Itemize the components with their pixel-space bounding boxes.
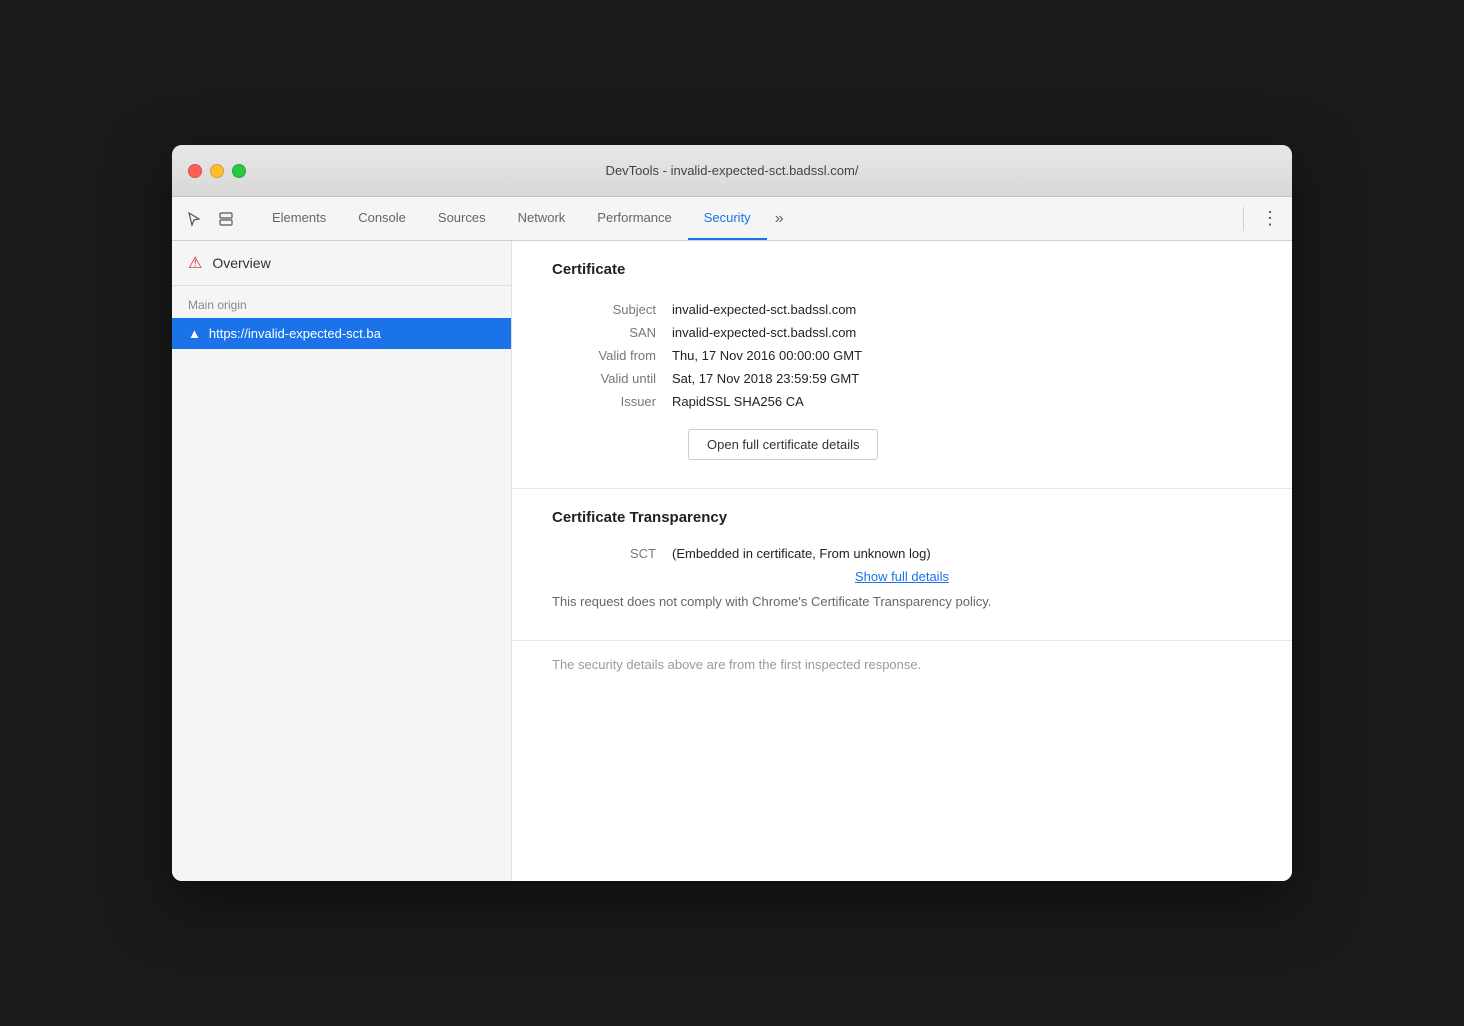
toolbar-divider [1243, 207, 1244, 231]
subject-row: Subject invalid-expected-sct.badssl.com [552, 298, 1252, 321]
san-label: SAN [552, 321, 672, 344]
tab-more-button[interactable]: » [767, 197, 792, 240]
toolbar: Elements Console Sources Network Perform… [172, 197, 1292, 241]
devtools-menu-button[interactable]: ⋮ [1256, 205, 1284, 233]
show-full-details-link[interactable]: Show full details [552, 569, 1252, 584]
valid-until-value: Sat, 17 Nov 2018 23:59:59 GMT [672, 367, 1252, 390]
sidebar: ⚠ Overview Main origin ▲ https://invalid… [172, 241, 512, 881]
valid-until-row: Valid until Sat, 17 Nov 2018 23:59:59 GM… [552, 367, 1252, 390]
main-origin-label: Main origin [172, 286, 511, 318]
title-bar: DevTools - invalid-expected-sct.badssl.c… [172, 145, 1292, 197]
layers-icon[interactable] [212, 205, 240, 233]
cert-btn-row: Open full certificate details [552, 413, 1252, 460]
footer-note: The security details above are from the … [512, 641, 1292, 688]
tabs: Elements Console Sources Network Perform… [256, 197, 1235, 240]
sidebar-overview-item[interactable]: ⚠ Overview [172, 241, 511, 286]
tab-sources[interactable]: Sources [422, 197, 502, 240]
tab-network[interactable]: Network [502, 197, 582, 240]
certificate-table: Subject invalid-expected-sct.badssl.com … [552, 298, 1252, 413]
issuer-label: Issuer [552, 390, 672, 413]
certificate-section-title: Certificate [552, 261, 1252, 278]
valid-until-label: Valid until [552, 367, 672, 390]
tab-security[interactable]: Security [688, 197, 767, 240]
traffic-lights [188, 164, 246, 178]
tab-performance[interactable]: Performance [581, 197, 687, 240]
tab-elements[interactable]: Elements [256, 197, 342, 240]
transparency-section-title: Certificate Transparency [552, 509, 1252, 526]
transparency-section: Certificate Transparency SCT (Embedded i… [512, 489, 1292, 641]
sidebar-overview-label: Overview [212, 255, 270, 271]
tab-console[interactable]: Console [342, 197, 422, 240]
content-panel: Certificate Subject invalid-expected-sct… [512, 241, 1292, 881]
maximize-button[interactable] [232, 164, 246, 178]
sidebar-origin-item[interactable]: ▲ https://invalid-expected-sct.ba [172, 318, 511, 349]
valid-from-value: Thu, 17 Nov 2016 00:00:00 GMT [672, 344, 1252, 367]
issuer-row: Issuer RapidSSL SHA256 CA [552, 390, 1252, 413]
policy-warning-text: This request does not comply with Chrome… [552, 592, 1252, 612]
subject-value: invalid-expected-sct.badssl.com [672, 298, 1252, 321]
san-value: invalid-expected-sct.badssl.com [672, 321, 1252, 344]
valid-from-label: Valid from [552, 344, 672, 367]
san-row: SAN invalid-expected-sct.badssl.com [552, 321, 1252, 344]
sct-label: SCT [552, 546, 672, 561]
toolbar-icons [180, 205, 240, 233]
sidebar-origin-url: https://invalid-expected-sct.ba [209, 326, 381, 341]
sct-value: (Embedded in certificate, From unknown l… [672, 546, 931, 561]
sct-row: SCT (Embedded in certificate, From unkno… [552, 546, 1252, 561]
window-title: DevTools - invalid-expected-sct.badssl.c… [606, 163, 859, 178]
certificate-section: Certificate Subject invalid-expected-sct… [512, 241, 1292, 489]
issuer-value: RapidSSL SHA256 CA [672, 390, 1252, 413]
open-cert-details-button[interactable]: Open full certificate details [688, 429, 878, 460]
cursor-icon[interactable] [180, 205, 208, 233]
warning-icon: ⚠ [188, 253, 202, 273]
toolbar-right: ⋮ [1235, 205, 1284, 233]
devtools-window: DevTools - invalid-expected-sct.badssl.c… [172, 145, 1292, 881]
main-content: ⚠ Overview Main origin ▲ https://invalid… [172, 241, 1292, 881]
close-button[interactable] [188, 164, 202, 178]
subject-label: Subject [552, 298, 672, 321]
minimize-button[interactable] [210, 164, 224, 178]
origin-warning-icon: ▲ [188, 326, 201, 341]
valid-from-row: Valid from Thu, 17 Nov 2016 00:00:00 GMT [552, 344, 1252, 367]
